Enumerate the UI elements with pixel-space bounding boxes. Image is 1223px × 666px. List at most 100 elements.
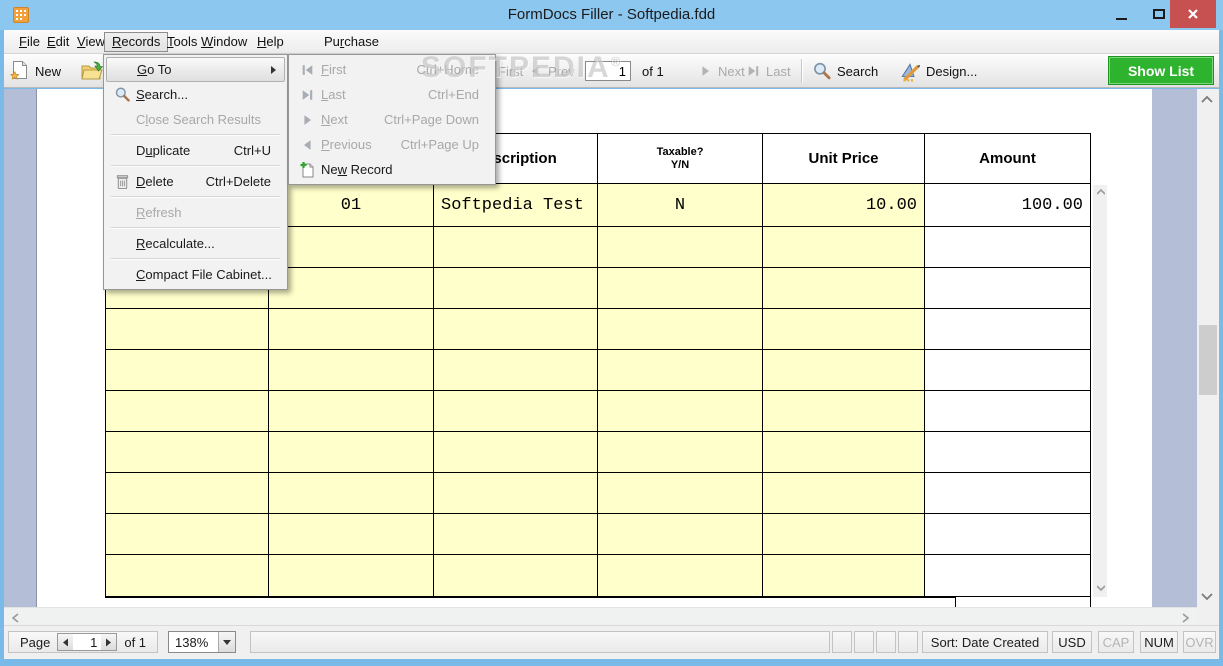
cell-empty[interactable] (106, 391, 269, 431)
zoom-combo[interactable]: 138% (168, 631, 236, 653)
scrollbar-left-icon[interactable] (12, 613, 19, 623)
zoom-dropdown-button[interactable] (218, 632, 235, 652)
submenu-item-new-record[interactable]: New Record (291, 157, 493, 182)
record-number-input[interactable] (585, 61, 631, 81)
cell-empty[interactable] (598, 514, 763, 554)
table-scrollbar[interactable] (1093, 185, 1107, 597)
submenu-item-last[interactable]: Last Ctrl+End (291, 82, 493, 107)
cell-empty[interactable] (106, 309, 269, 349)
open-button[interactable] (80, 57, 104, 85)
submenu-item-next[interactable]: Next Ctrl+Page Down (291, 107, 493, 132)
cell-empty[interactable] (434, 227, 598, 267)
cell-empty (925, 350, 1090, 390)
close-button[interactable] (1170, 0, 1216, 28)
cell-taxable[interactable]: N (598, 184, 763, 226)
menu-purchase[interactable]: Purchase (317, 32, 386, 52)
menu-help[interactable]: Help (250, 32, 291, 52)
cell-empty[interactable] (434, 514, 598, 554)
table-row (106, 391, 1090, 432)
cell-empty[interactable] (269, 514, 434, 554)
submenu-item-previous[interactable]: Previous Ctrl+Page Up (291, 132, 493, 157)
cell-unit-price[interactable]: 10.00 (763, 184, 925, 226)
cell-empty[interactable] (434, 309, 598, 349)
cell-empty[interactable] (763, 432, 925, 472)
new-button[interactable]: New (10, 57, 61, 85)
new-button-label: New (35, 63, 62, 79)
cell-empty[interactable] (106, 350, 269, 390)
cell-empty[interactable] (269, 555, 434, 596)
cell-item-no[interactable]: 01 (269, 184, 434, 226)
cell-empty[interactable] (106, 514, 269, 554)
cell-empty[interactable] (598, 473, 763, 513)
page-number[interactable]: 1 (73, 634, 102, 650)
menu-item-delete[interactable]: Delete Ctrl+Delete (106, 169, 285, 194)
scrollbar-thumb[interactable] (1199, 325, 1217, 395)
cell-empty[interactable] (269, 432, 434, 472)
design-button[interactable]: Design... (899, 57, 977, 85)
page-of-label: of 1 (124, 634, 147, 650)
nav-last-button[interactable]: Last (746, 57, 791, 85)
nav-next-button[interactable]: Next (698, 57, 745, 85)
cell-empty (925, 555, 1090, 596)
menu-item-recalculate[interactable]: Recalculate... (106, 231, 285, 256)
cell-empty[interactable] (598, 391, 763, 431)
scroll-down-icon[interactable] (1097, 585, 1105, 591)
cell-empty[interactable] (763, 227, 925, 267)
cell-empty[interactable] (598, 432, 763, 472)
cell-empty[interactable] (763, 514, 925, 554)
cell-empty[interactable] (269, 227, 434, 267)
cell-empty (925, 432, 1090, 472)
nav-prev-button[interactable]: Prev (528, 57, 575, 85)
cell-empty[interactable] (434, 350, 598, 390)
new-document-icon (10, 61, 27, 80)
window-title: FormDocs Filler - Softpedia.fdd (507, 6, 716, 23)
cell-empty[interactable] (763, 391, 925, 431)
cell-empty[interactable] (269, 309, 434, 349)
cell-empty[interactable] (106, 432, 269, 472)
cell-empty[interactable] (763, 268, 925, 308)
new-record-icon (300, 162, 313, 178)
vertical-scrollbar[interactable] (1197, 89, 1219, 607)
cell-empty[interactable] (269, 350, 434, 390)
table-row (106, 350, 1090, 391)
cell-empty[interactable] (763, 555, 925, 596)
cell-empty[interactable] (763, 309, 925, 349)
cell-empty[interactable] (763, 350, 925, 390)
cell-empty[interactable] (106, 555, 269, 596)
cell-description[interactable]: Softpedia Test (434, 184, 598, 226)
cell-empty[interactable] (434, 555, 598, 596)
menu-records[interactable]: Records (104, 32, 169, 52)
menu-item-duplicate[interactable]: Duplicate Ctrl+U (106, 138, 285, 163)
cell-empty[interactable] (598, 555, 763, 596)
menu-window[interactable]: Window (194, 32, 254, 52)
menu-item-close-search-results[interactable]: Close Search Results (106, 107, 285, 132)
menu-item-compact-file-cabinet[interactable]: Compact File Cabinet... (106, 262, 285, 287)
cell-empty[interactable] (434, 268, 598, 308)
page-next-button[interactable] (101, 634, 117, 650)
page-prev-button[interactable] (58, 634, 74, 650)
cell-empty[interactable] (598, 227, 763, 267)
cell-empty[interactable] (598, 309, 763, 349)
cell-empty[interactable] (269, 391, 434, 431)
cell-empty[interactable] (598, 268, 763, 308)
horizontal-scrollbar[interactable] (4, 607, 1197, 625)
menu-item-go-to[interactable]: Go To (106, 57, 285, 82)
scroll-up-icon[interactable] (1097, 189, 1105, 195)
scrollbar-down-icon[interactable] (1201, 593, 1213, 601)
minimize-button[interactable] (1104, 0, 1138, 28)
menu-item-search[interactable]: Search... (106, 82, 285, 107)
show-list-button[interactable]: Show List (1108, 56, 1214, 85)
cell-empty[interactable] (269, 473, 434, 513)
cell-empty[interactable] (598, 350, 763, 390)
cell-empty[interactable] (434, 391, 598, 431)
cell-empty[interactable] (763, 473, 925, 513)
scrollbar-right-icon[interactable] (1182, 613, 1189, 623)
cell-empty[interactable] (434, 432, 598, 472)
cell-empty[interactable] (434, 473, 598, 513)
menu-item-refresh[interactable]: Refresh (106, 200, 285, 225)
scrollbar-up-icon[interactable] (1201, 95, 1213, 103)
cell-empty[interactable] (269, 268, 434, 308)
search-button[interactable]: Search (812, 57, 878, 85)
submenu-item-first[interactable]: First Ctrl+Home (291, 57, 493, 82)
cell-empty[interactable] (106, 473, 269, 513)
